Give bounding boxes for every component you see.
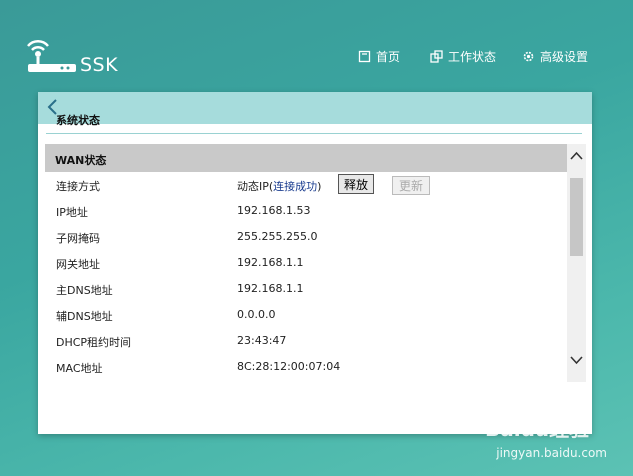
nav-advanced-label: 高级设置 [540, 50, 589, 64]
connection-type-value: 动态IP(连接成功) [237, 178, 321, 194]
windows-icon [430, 50, 443, 63]
nav-work-status[interactable]: 工作状态 [430, 48, 496, 65]
section-title: WAN状态 [55, 154, 107, 167]
table-row: MAC地址 8C:28:12:00:07:04 [45, 354, 568, 380]
panel-title: 系统状态 [56, 114, 100, 127]
system-status-panel: 系统状态 WAN状态 连接方式 动态IP(连接成功) IP地址 192.168.… [38, 92, 592, 434]
scrollbar-thumb[interactable] [570, 178, 583, 256]
nav-home-label: 首页 [376, 50, 401, 64]
row-label: 辅DNS地址 [56, 310, 113, 323]
row-value: 192.168.1.1 [237, 282, 304, 295]
table-row: DHCP租约时间 23:43:47 [45, 328, 568, 354]
router-logo-icon [27, 40, 76, 72]
row-label: 连接方式 [56, 180, 100, 193]
wan-status-content: WAN状态 连接方式 动态IP(连接成功) IP地址 192.168.1.53 … [45, 144, 591, 384]
nav-advanced[interactable]: 高级设置 [522, 48, 588, 65]
table-row: 网关地址 192.168.1.1 [45, 250, 568, 276]
nav-home[interactable]: 首页 [358, 48, 400, 65]
connection-status-link[interactable]: 连接成功 [273, 180, 317, 193]
row-label: MAC地址 [56, 362, 103, 375]
connection-type-prefix: 动态IP( [237, 180, 274, 193]
row-value: 23:43:47 [237, 334, 287, 347]
row-label: 子网掩码 [56, 232, 100, 245]
row-label: 主DNS地址 [56, 284, 113, 297]
release-button[interactable]: 释放 [338, 174, 374, 194]
connection-type-suffix: ) [317, 180, 322, 193]
table-row: 连接方式 动态IP(连接成功) [45, 172, 568, 198]
gear-icon [523, 51, 534, 62]
scroll-down-icon[interactable] [567, 352, 586, 368]
wan-status-table: 连接方式 动态IP(连接成功) IP地址 192.168.1.53 子网掩码 2… [45, 172, 568, 380]
renew-button: 更新 [392, 176, 430, 195]
row-label: 网关地址 [56, 258, 100, 271]
row-value: 0.0.0.0 [237, 308, 276, 321]
row-value: 192.168.1.53 [237, 204, 311, 217]
watermark-logo-text: Baidu经验 [485, 417, 589, 440]
row-label: IP地址 [56, 206, 88, 219]
table-row: 辅DNS地址 0.0.0.0 [45, 302, 568, 328]
row-value: 192.168.1.1 [237, 256, 304, 269]
table-row: IP地址 192.168.1.53 [45, 198, 568, 224]
nav-work-status-label: 工作状态 [448, 50, 497, 64]
row-label: DHCP租约时间 [56, 336, 132, 349]
panel-header [38, 92, 592, 124]
scroll-up-icon[interactable] [567, 148, 586, 164]
vertical-scrollbar[interactable] [567, 144, 586, 382]
home-icon [358, 50, 371, 63]
divider [46, 133, 582, 134]
brand-name: SSK [80, 54, 119, 76]
section-header: WAN状态 [45, 144, 568, 172]
watermark-url: jingyan.baidu.com [496, 446, 607, 460]
baidu-jingyan-watermark-logo: Baidu经验 [485, 405, 589, 440]
row-value: 255.255.255.0 [237, 230, 318, 243]
table-row: 主DNS地址 192.168.1.1 [45, 276, 568, 302]
table-row: 子网掩码 255.255.255.0 [45, 224, 568, 250]
row-value: 8C:28:12:00:07:04 [237, 360, 341, 373]
